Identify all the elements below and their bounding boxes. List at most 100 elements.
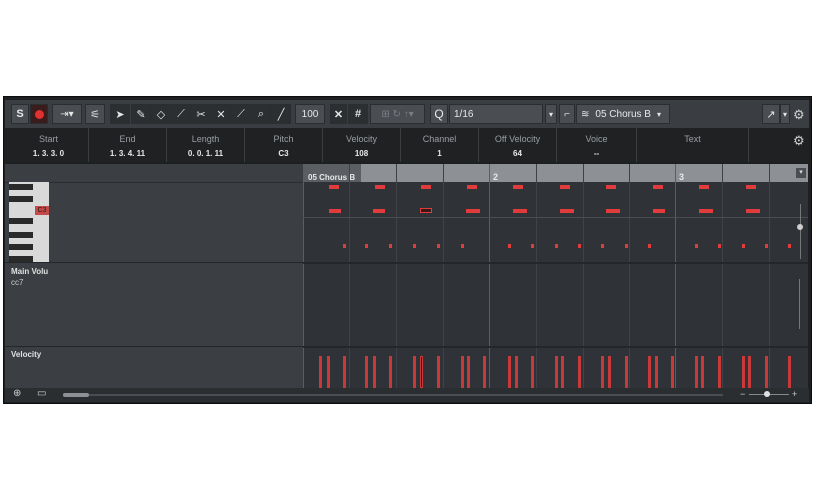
add-lane-icon[interactable]: ⊕ xyxy=(13,388,21,399)
midi-note[interactable] xyxy=(648,244,651,248)
solo-button[interactable]: S xyxy=(11,104,29,124)
quantize-toggle[interactable]: Q xyxy=(430,104,448,124)
horizontal-scroll-thumb[interactable] xyxy=(63,393,89,397)
velocity-bar[interactable] xyxy=(578,356,581,388)
toolbar-settings-gear-icon[interactable]: ⚙ xyxy=(793,107,805,123)
snap-toggle-button[interactable]: ⚟ xyxy=(85,104,105,124)
info-end[interactable]: End 1. 3. 4. 11 xyxy=(89,128,167,162)
info-channel[interactable]: Channel 1 xyxy=(401,128,479,162)
midi-note[interactable] xyxy=(699,209,713,213)
zoom-out-icon[interactable]: − xyxy=(740,389,745,399)
zoom-slider-handle[interactable] xyxy=(764,391,770,397)
quantize-dropdown[interactable]: ▾ xyxy=(545,104,557,124)
ruler[interactable] xyxy=(303,164,808,182)
vertical-zoom-handle[interactable] xyxy=(797,224,803,230)
velocity-bar[interactable] xyxy=(531,356,534,388)
part-list-select[interactable]: ≋ 05 Chorus B ▾ xyxy=(576,104,670,124)
velocity-bar[interactable] xyxy=(625,356,628,388)
midi-note[interactable] xyxy=(788,244,791,248)
info-voice[interactable]: Voice -- xyxy=(557,128,637,162)
trim-tool[interactable]: ⟋ xyxy=(171,104,191,124)
velocity-bar[interactable] xyxy=(389,356,392,388)
split-tool[interactable]: ✂ xyxy=(191,104,211,124)
mute-tool[interactable]: ✕ xyxy=(211,104,231,124)
midi-note[interactable] xyxy=(329,185,339,189)
info-off-velocity[interactable]: Off Velocity 64 xyxy=(479,128,557,162)
midi-note[interactable] xyxy=(606,209,620,213)
midi-note[interactable] xyxy=(508,244,511,248)
velocity-bar[interactable] xyxy=(343,356,346,388)
info-start[interactable]: Start 1. 3. 3. 0 xyxy=(9,128,89,162)
midi-note[interactable] xyxy=(746,209,760,213)
velocity-bar[interactable] xyxy=(695,356,698,388)
expand-dropdown[interactable]: ▾ xyxy=(780,104,790,124)
midi-note[interactable] xyxy=(606,185,616,189)
midi-note[interactable] xyxy=(365,244,368,248)
info-pitch[interactable]: Pitch C3 xyxy=(245,128,323,162)
midi-note[interactable] xyxy=(699,185,709,189)
velocity-bar[interactable] xyxy=(555,356,558,388)
horizontal-scrollbar[interactable] xyxy=(63,394,723,396)
midi-note[interactable] xyxy=(343,244,346,248)
midi-note[interactable] xyxy=(560,185,570,189)
record-button[interactable] xyxy=(30,104,48,124)
velocity-bar[interactable] xyxy=(748,356,751,388)
midi-note[interactable] xyxy=(653,185,663,189)
velocity-bar[interactable] xyxy=(742,356,745,388)
velocity-bar[interactable] xyxy=(515,356,518,388)
erase-tool[interactable]: ◇ xyxy=(151,104,171,124)
midi-note[interactable] xyxy=(555,244,558,248)
midi-note[interactable] xyxy=(329,209,341,213)
midi-note[interactable] xyxy=(413,244,416,248)
selected-velocity-bar[interactable] xyxy=(420,356,423,388)
midi-note[interactable] xyxy=(421,185,431,189)
velocity-bar[interactable] xyxy=(319,356,322,388)
grid-button[interactable]: # xyxy=(348,104,368,124)
selected-midi-note[interactable] xyxy=(420,208,432,213)
velocity-bar[interactable] xyxy=(765,356,768,388)
midi-note[interactable] xyxy=(437,244,440,248)
midi-note[interactable] xyxy=(467,185,477,189)
velocity-bar[interactable] xyxy=(467,356,470,388)
velocity-bar[interactable] xyxy=(601,356,604,388)
midi-note[interactable] xyxy=(695,244,698,248)
piano-keyboard[interactable]: C3 xyxy=(9,182,49,262)
velocity-bar[interactable] xyxy=(508,356,511,388)
midi-note[interactable] xyxy=(531,244,534,248)
velocity-bar[interactable] xyxy=(561,356,564,388)
velocity-bar[interactable] xyxy=(718,356,721,388)
velocity-bar[interactable] xyxy=(655,356,658,388)
midi-note[interactable] xyxy=(513,185,523,189)
midi-note[interactable] xyxy=(461,244,464,248)
info-settings-gear-icon[interactable]: ⚙ xyxy=(793,133,805,149)
velocity-bar[interactable] xyxy=(671,356,674,388)
ruler-menu-chevron-icon[interactable]: ▾ xyxy=(796,168,806,178)
auto-scroll-button[interactable]: ⇥▾ xyxy=(52,104,82,124)
midi-note[interactable] xyxy=(718,244,721,248)
main-volume-lane-label[interactable]: Main Volu xyxy=(11,267,48,276)
zoom-tool[interactable]: ⌕ xyxy=(251,104,271,124)
velocity-bar[interactable] xyxy=(483,356,486,388)
velocity-bar[interactable] xyxy=(608,356,611,388)
insert-velocity-field[interactable]: 100 xyxy=(295,104,325,124)
line-tool[interactable]: ╱ xyxy=(271,104,291,124)
glue-tool[interactable]: ⟋ xyxy=(231,104,251,124)
midi-note[interactable] xyxy=(389,244,392,248)
midi-note[interactable] xyxy=(560,209,574,213)
velocity-bar[interactable] xyxy=(413,356,416,388)
quantize-presets-button[interactable]: ✕ xyxy=(330,104,347,124)
midi-note[interactable] xyxy=(466,209,480,213)
event-display[interactable]: 05 Chorus B 2 3 ▾ xyxy=(303,164,808,388)
info-length[interactable]: Length 0. 0. 1. 11 xyxy=(167,128,245,162)
midi-note[interactable] xyxy=(375,185,385,189)
edit-active-part-button[interactable]: ⌐ xyxy=(559,104,575,124)
object-selection-tool[interactable]: ➤ xyxy=(110,104,130,124)
iterative-quantize-button[interactable]: ⊞ ↻ ↑▾ xyxy=(370,104,425,124)
midi-note[interactable] xyxy=(765,244,768,248)
velocity-bar[interactable] xyxy=(461,356,464,388)
midi-note[interactable] xyxy=(578,244,581,248)
midi-note[interactable] xyxy=(513,209,527,213)
quantize-select[interactable]: 1/16 xyxy=(449,104,543,124)
velocity-bar[interactable] xyxy=(373,356,376,388)
midi-note[interactable] xyxy=(625,244,628,248)
